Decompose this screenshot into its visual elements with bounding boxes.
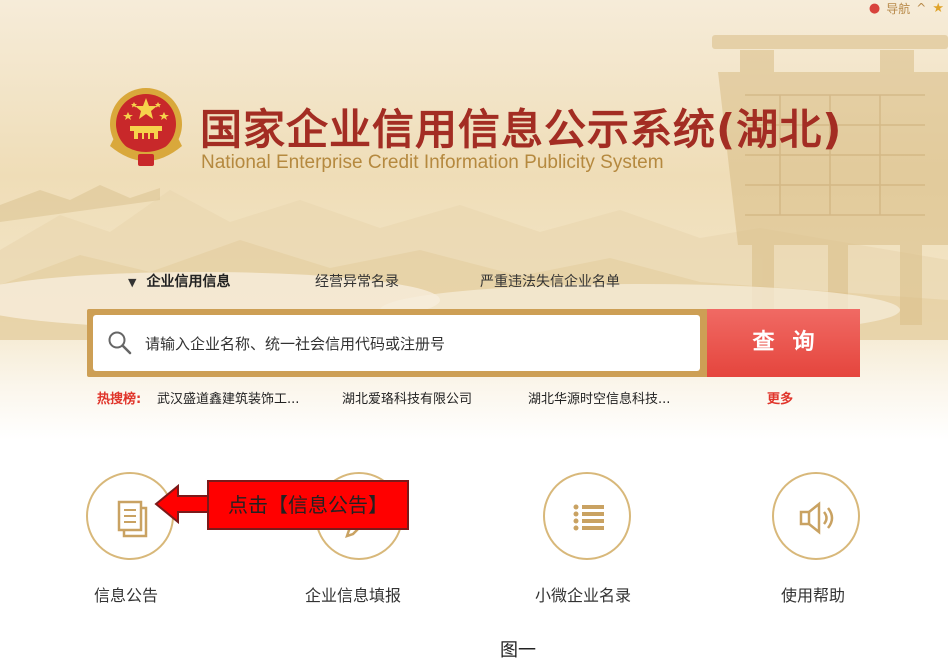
- feature-micro-enterprise-list[interactable]: [543, 472, 631, 560]
- speaker-icon: [799, 501, 834, 535]
- page: ● 导航 ^ ★ 国家企业信用信息公示系统(湖北) National Enter…: [0, 0, 948, 672]
- annotation-callout: 点击【信息公告】: [207, 480, 409, 530]
- hot-search-item[interactable]: 湖北爱珞科技有限公司: [342, 388, 472, 407]
- feature-label-help[interactable]: 使用帮助: [781, 582, 845, 606]
- tab-abnormal-operations[interactable]: 经营异常名录: [315, 271, 399, 291]
- annotation-arrow-icon: [154, 484, 211, 524]
- national-emblem-icon: [110, 88, 182, 166]
- search-button[interactable]: 查询: [707, 309, 860, 377]
- top-navigation: ● 导航 ^ ★: [869, 0, 944, 16]
- feature-label-micro-enterprise-list[interactable]: 小微企业名录: [535, 582, 631, 606]
- search-placeholder: 请输入企业名称、统一社会信用代码或注册号: [145, 334, 446, 353]
- feature-label-enterprise-report[interactable]: 企业信息填报: [305, 582, 401, 606]
- location-pin-icon: ●: [868, 0, 881, 16]
- hot-search-item[interactable]: 湖北华源时空信息科技...: [528, 388, 670, 407]
- hot-search-item[interactable]: 武汉盛道鑫建筑装饰工...: [157, 388, 299, 407]
- caret-down-icon: ▼: [128, 276, 137, 289]
- search-icon: [108, 331, 132, 355]
- nav-link[interactable]: 导航: [886, 0, 910, 17]
- feature-help[interactable]: [772, 472, 860, 560]
- star-icon[interactable]: ★: [932, 1, 944, 16]
- chevron-up-icon[interactable]: ^: [916, 1, 926, 15]
- hot-search-more-link[interactable]: 更多: [767, 388, 793, 407]
- tab-enterprise-credit[interactable]: ▼ 企业信用信息: [128, 271, 230, 291]
- tab-label: 企业信用信息: [146, 274, 231, 290]
- search-category-tabs: ▼ 企业信用信息 经营异常名录 严重违法失信企业名单: [0, 271, 948, 293]
- site-subtitle: National Enterprise Credit Information P…: [201, 152, 664, 173]
- hot-search-label: 热搜榜:: [97, 392, 142, 407]
- tab-serious-violations[interactable]: 严重违法失信企业名单: [480, 271, 620, 291]
- search-input[interactable]: 请输入企业名称、统一社会信用代码或注册号: [93, 315, 700, 371]
- feature-label-info-announcement[interactable]: 信息公告: [94, 582, 158, 606]
- figure-caption: 图一: [500, 640, 536, 661]
- site-title: 国家企业信用信息公示系统(湖北): [200, 105, 843, 154]
- document-icon: [117, 500, 148, 538]
- list-icon: [573, 504, 604, 531]
